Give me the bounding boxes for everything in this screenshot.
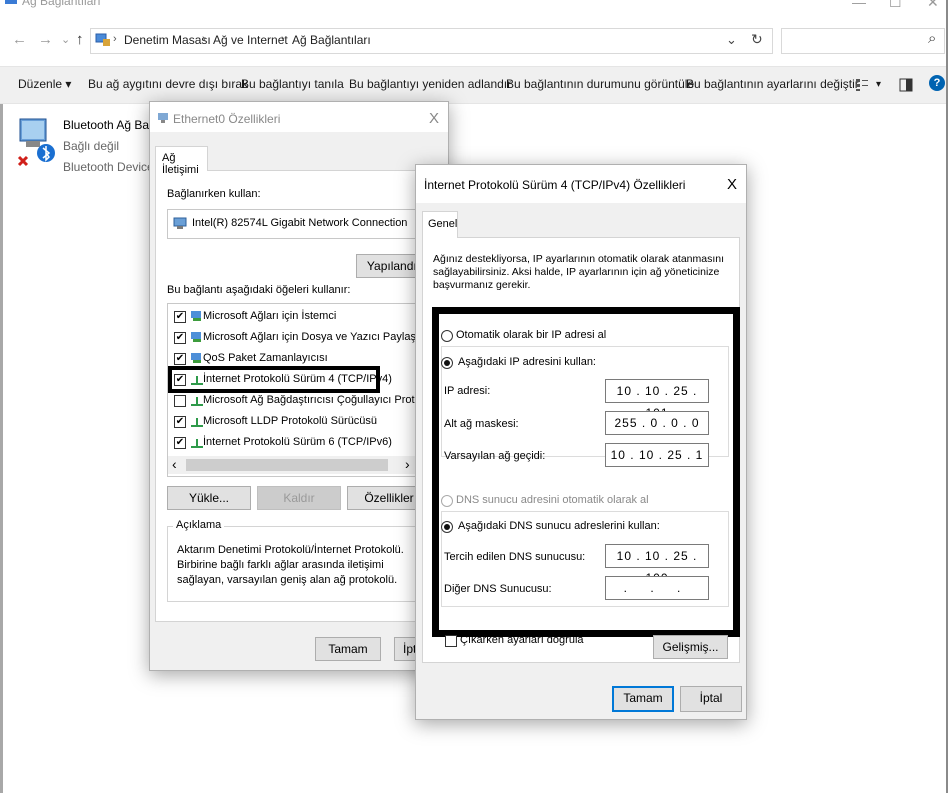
breadcrumb-network-internet[interactable]: Ağ ve Internet: [213, 33, 288, 47]
view-options-caret[interactable]: ▾: [876, 79, 881, 90]
diagnose-button[interactable]: Bu bağlantıyı tanıla: [241, 77, 344, 91]
list-item[interactable]: Microsoft Ağları için İstemci: [203, 310, 336, 322]
checkbox-file-printer[interactable]: ✔: [174, 332, 186, 344]
tab-general[interactable]: Genel: [422, 211, 458, 238]
chevron-right-icon: ›: [281, 33, 285, 45]
tab-label: Ağ İletişimi: [162, 152, 199, 176]
protocol-icon: [191, 418, 203, 427]
breadcrumb-control-panel[interactable]: Denetim Masası: [124, 33, 211, 47]
change-settings-button[interactable]: Bu bağlantının ayarlarını değiştir: [686, 77, 859, 91]
description-text: Aktarım Denetimi Protokolü/İnternet Prot…: [177, 544, 404, 586]
view-icon[interactable]: [855, 78, 869, 92]
highlight-frame: [432, 307, 740, 637]
list-item[interactable]: QoS Paket Zamanlayıcısı: [203, 352, 328, 364]
chevron-right-icon: ›: [113, 33, 117, 45]
tab-networking[interactable]: Ağ İletişimi: [155, 146, 208, 176]
uninstall-button[interactable]: Kaldır: [257, 486, 341, 510]
dialog-close-button[interactable]: X: [727, 176, 737, 193]
window-title-bar: [0, 0, 948, 22]
scrollbar-thumb[interactable]: [186, 459, 388, 471]
protocol-icon: [191, 439, 203, 448]
minimize-button[interactable]: —: [852, 0, 866, 10]
network-adapter-icon: [158, 113, 168, 123]
list-item[interactable]: Microsoft Ağları için Dosya ve Yazıcı Pa…: [203, 331, 431, 343]
address-dropdown-button[interactable]: ⌄: [726, 32, 737, 48]
breadcrumb-network-connections[interactable]: Ağ Bağlantıları: [292, 33, 371, 47]
advanced-button[interactable]: Gelişmiş...: [653, 635, 728, 659]
search-input[interactable]: [781, 28, 945, 54]
bluetooth-adapter-icon[interactable]: [16, 115, 56, 173]
list-item[interactable]: Microsoft Ağ Bağdaştırıcısı Çoğullayıcı …: [203, 394, 441, 406]
client-icon: [191, 311, 201, 321]
scroll-left-button[interactable]: ‹: [172, 456, 177, 472]
cancel-button[interactable]: İptal: [680, 686, 742, 712]
rename-button[interactable]: Bu bağlantıyı yeniden adlandır: [349, 77, 511, 91]
connection-status: Bağlı değil: [63, 139, 120, 153]
description-label: Açıklama: [173, 519, 225, 531]
validate-checkbox[interactable]: [445, 635, 457, 647]
scroll-right-button[interactable]: ›: [405, 456, 410, 472]
ok-button[interactable]: Tamam: [612, 686, 674, 712]
dialog-close-button[interactable]: X: [429, 110, 439, 127]
close-window-button[interactable]: ✕: [927, 0, 939, 11]
organize-menu[interactable]: Düzenle ▾: [18, 77, 71, 91]
up-button[interactable]: ↑: [76, 31, 84, 48]
ethernet-properties-dialog: Ethernet0 Özellikleri X Ağ İletişimi Bağ…: [149, 101, 460, 671]
back-button[interactable]: ←: [12, 31, 27, 48]
ok-button[interactable]: Tamam: [315, 637, 381, 661]
service-icon: [191, 353, 201, 363]
view-status-button[interactable]: Bu bağlantının durumunu görüntüle: [506, 77, 694, 91]
network-adapter-icon: [173, 217, 187, 229]
disable-device-button[interactable]: Bu ağ aygıtını devre dışı bırak: [88, 77, 248, 91]
dialog-title: İnternet Protokolü Sürüm 4 (TCP/IPv4) Öz…: [424, 178, 686, 192]
ipv4-properties-dialog: İnternet Protokolü Sürüm 4 (TCP/IPv4) Öz…: [415, 164, 747, 720]
recent-locations-button[interactable]: ⌄: [61, 33, 70, 46]
checkbox-multiplexor[interactable]: [174, 395, 186, 407]
help-button[interactable]: ?: [929, 75, 945, 91]
preview-pane-icon[interactable]: [899, 78, 913, 92]
network-connections-icon: [5, 0, 17, 4]
install-button[interactable]: Yükle...: [167, 486, 251, 510]
intro-text: Ağınız destekliyorsa, IP ayarlarının oto…: [433, 253, 725, 291]
checkbox-ipv6[interactable]: ✔: [174, 437, 186, 449]
search-icon: ⌕: [928, 30, 937, 47]
list-item[interactable]: İnternet Protokolü Sürüm 6 (TCP/IPv6): [203, 436, 392, 448]
maximize-button[interactable]: ☐: [889, 0, 902, 11]
protocol-icon: [191, 397, 203, 406]
service-icon: [191, 332, 201, 342]
forward-button[interactable]: →: [38, 31, 53, 48]
items-label: Bu bağlantı aşağıdaki öğeleri kullanır:: [167, 284, 351, 296]
control-panel-icon: [95, 33, 110, 46]
window-border: [0, 104, 3, 793]
validate-label: Çıkarken ayarları doğrula: [460, 634, 584, 646]
window-title: Ağ Bağlantıları: [22, 0, 101, 8]
chevron-right-icon: ›: [202, 33, 206, 45]
checkbox-ms-client[interactable]: ✔: [174, 311, 186, 323]
refresh-button[interactable]: ↻: [751, 31, 763, 48]
checkbox-lldp[interactable]: ✔: [174, 416, 186, 428]
highlight-frame: [168, 366, 380, 393]
tab-label: Genel: [428, 218, 458, 230]
checkbox-qos[interactable]: ✔: [174, 353, 186, 365]
dialog-title: Ethernet0 Özellikleri: [173, 112, 281, 126]
list-item[interactable]: Microsoft LLDP Protokolü Sürücüsü: [203, 415, 377, 427]
adapter-name: Intel(R) 82574L Gigabit Network Connecti…: [192, 217, 408, 229]
connect-using-label: Bağlanırken kullan:: [167, 188, 261, 200]
